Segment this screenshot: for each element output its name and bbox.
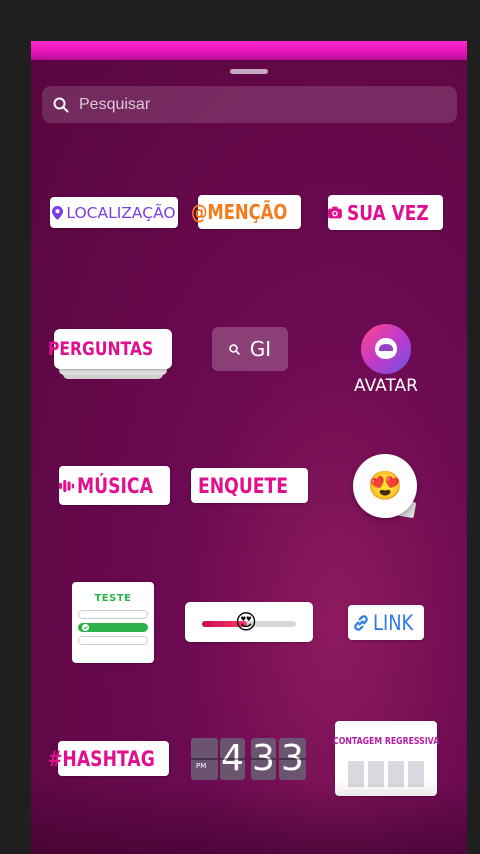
mention-sticker[interactable]: @MENÇÃO	[191, 195, 301, 229]
music-sticker[interactable]: MÚSICA	[59, 466, 170, 505]
gif-label: GI	[249, 337, 272, 361]
time-minute-tens-tile: 3	[251, 738, 276, 780]
time-ampm-tile: PM	[191, 738, 218, 780]
time-sticker[interactable]: PM 4 3 3	[191, 738, 307, 780]
avatar-sticker[interactable]	[361, 324, 411, 374]
your-turn-label: SUA VEZ	[346, 200, 429, 225]
check-icon	[82, 624, 89, 631]
location-pin-icon	[52, 205, 64, 220]
time-hour-tile: 4	[220, 738, 245, 780]
slider-emoji-thumb-icon[interactable]: 😍	[235, 610, 257, 634]
mention-label: @MENÇÃO	[190, 200, 288, 224]
countdown-label: CONTAGEM REGRESSIVA	[332, 736, 440, 747]
avatar-label: AVATAR	[354, 376, 418, 396]
location-sticker[interactable]: LOCALIZAÇÃO	[50, 197, 178, 228]
link-icon	[354, 614, 368, 631]
link-sticker[interactable]: LINK	[348, 605, 424, 640]
camera-icon	[328, 206, 342, 219]
time-minute-ones-tile: 3	[279, 738, 306, 780]
quiz-label: TESTE	[94, 593, 132, 604]
poll-lines-icon	[191, 485, 193, 486]
your-turn-sticker[interactable]: SUA VEZ	[328, 195, 443, 230]
countdown-sticker[interactable]: CONTAGEM REGRESSIVA	[332, 721, 440, 796]
search-icon	[53, 97, 69, 112]
time-ampm-label: PM	[196, 762, 207, 770]
quiz-option-correct	[78, 623, 148, 632]
poll-label: ENQUETE	[198, 473, 289, 498]
countdown-digit-box	[408, 761, 424, 787]
quiz-option	[78, 636, 148, 645]
countdown-boxes	[346, 761, 426, 787]
questions-sticker[interactable]: PERGUNTAS	[48, 329, 172, 369]
countdown-digit-box	[348, 761, 364, 787]
music-bars-icon	[59, 479, 75, 492]
countdown-digit-box	[368, 761, 384, 787]
search-icon	[229, 343, 240, 355]
search-input[interactable]	[77, 94, 421, 115]
emoji-slider-sticker[interactable]: 😍	[185, 602, 313, 642]
poll-sticker[interactable]: ENQUETE	[191, 468, 308, 503]
avatar-icon	[375, 338, 397, 359]
sticker-tray-sheet: LOCALIZAÇÃO @MENÇÃO SUA VEZ PERGUNTAS GI…	[31, 41, 467, 854]
link-label: LINK	[372, 610, 414, 635]
emoji-reaction-sticker[interactable]: 😍	[353, 454, 417, 518]
search-bar[interactable]	[42, 86, 457, 123]
questions-label: PERGUNTAS	[47, 338, 154, 360]
top-bar	[31, 41, 467, 60]
music-label: MÚSICA	[77, 473, 154, 498]
hashtag-label: #HASHTAG	[48, 746, 156, 771]
gif-sticker[interactable]: GI	[212, 327, 288, 371]
location-label: LOCALIZAÇÃO	[66, 203, 176, 222]
heart-eyes-emoji-icon: 😍	[367, 470, 403, 501]
quiz-sticker[interactable]: TESTE	[72, 582, 154, 663]
quiz-option	[78, 610, 148, 619]
countdown-digit-box	[388, 761, 404, 787]
drag-handle[interactable]	[230, 69, 268, 74]
hashtag-sticker[interactable]: #HASHTAG	[48, 741, 169, 776]
